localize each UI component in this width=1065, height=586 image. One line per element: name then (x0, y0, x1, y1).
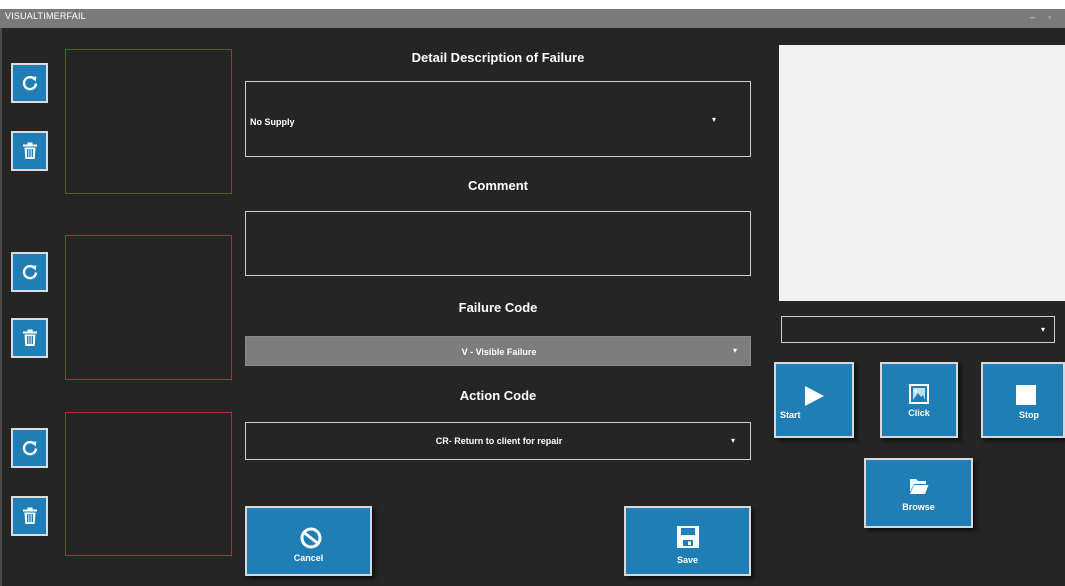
save-button[interactable]: Save (624, 506, 751, 576)
chevron-down-icon: ▾ (733, 346, 738, 355)
comment-field[interactable] (245, 211, 751, 276)
minimize-button[interactable]: – (1030, 12, 1035, 22)
failure-code-dropdown[interactable]: V - Visible Failure ▾ (245, 336, 751, 366)
window-title: VISUALTIMERFAIL (5, 11, 86, 21)
refresh-photo-2-button[interactable] (11, 252, 48, 292)
save-label: Save (676, 555, 699, 565)
photo-slot-3[interactable] (65, 412, 232, 556)
app-window: VISUALTIMERFAIL – ▫ Detail Description o… (0, 0, 1065, 586)
maximize-button[interactable]: ▫ (1048, 12, 1051, 22)
chevron-down-icon: ▾ (712, 115, 717, 124)
refresh-photo-1-button[interactable] (11, 63, 48, 103)
failure-code-value: V - Visible Failure (461, 347, 537, 357)
folder-open-icon (910, 479, 929, 494)
refresh-photo-3-button[interactable] (11, 428, 48, 468)
title-bar: VISUALTIMERFAIL – ▫ (0, 0, 1065, 28)
floppy-disk-icon (677, 526, 699, 548)
action-code-heading: Action Code (459, 388, 537, 403)
delete-photo-1-button[interactable] (11, 131, 48, 171)
left-edge (0, 28, 2, 586)
play-icon (805, 386, 824, 406)
action-code-dropdown[interactable]: CR- Return to client for repair ▾ (245, 422, 751, 460)
title-bar-strip (0, 9, 1065, 28)
detail-description-heading: Detail Description of Failure (411, 50, 585, 65)
start-button[interactable]: Start (774, 362, 854, 438)
camera-preview (779, 45, 1065, 301)
image-icon (909, 384, 929, 404)
photo-slot-1[interactable] (65, 49, 232, 194)
click-label: Click (908, 408, 930, 418)
photo-slot-2[interactable] (65, 235, 232, 380)
click-button[interactable]: Click (880, 362, 958, 438)
refresh-icon (22, 441, 37, 456)
trash-icon (22, 329, 37, 346)
stop-button[interactable]: Stop (981, 362, 1065, 438)
cancel-label: Cancel (293, 553, 324, 563)
detail-description-dropdown[interactable]: No Supply ▾ (245, 81, 751, 157)
failure-code-heading: Failure Code (458, 300, 538, 315)
trash-icon (22, 507, 37, 524)
stop-icon (1016, 385, 1036, 405)
stop-label: Stop (1019, 410, 1039, 420)
action-code-value: CR- Return to client for repair (435, 436, 563, 446)
delete-photo-3-button[interactable] (11, 496, 48, 536)
refresh-icon (22, 76, 37, 91)
browse-label: Browse (902, 502, 935, 512)
start-label: Start (780, 410, 801, 420)
browse-button[interactable]: Browse (864, 458, 973, 528)
trash-icon (22, 142, 37, 159)
camera-device-dropdown[interactable]: ▾ (781, 316, 1055, 343)
delete-photo-2-button[interactable] (11, 318, 48, 358)
cancel-button[interactable]: Cancel (245, 506, 372, 576)
comment-heading: Comment (468, 178, 528, 193)
detail-description-value: No Supply (250, 117, 295, 127)
chevron-down-icon: ▾ (1041, 325, 1046, 334)
chevron-down-icon: ▾ (731, 436, 736, 445)
cancel-icon (300, 527, 322, 549)
refresh-icon (22, 265, 37, 280)
